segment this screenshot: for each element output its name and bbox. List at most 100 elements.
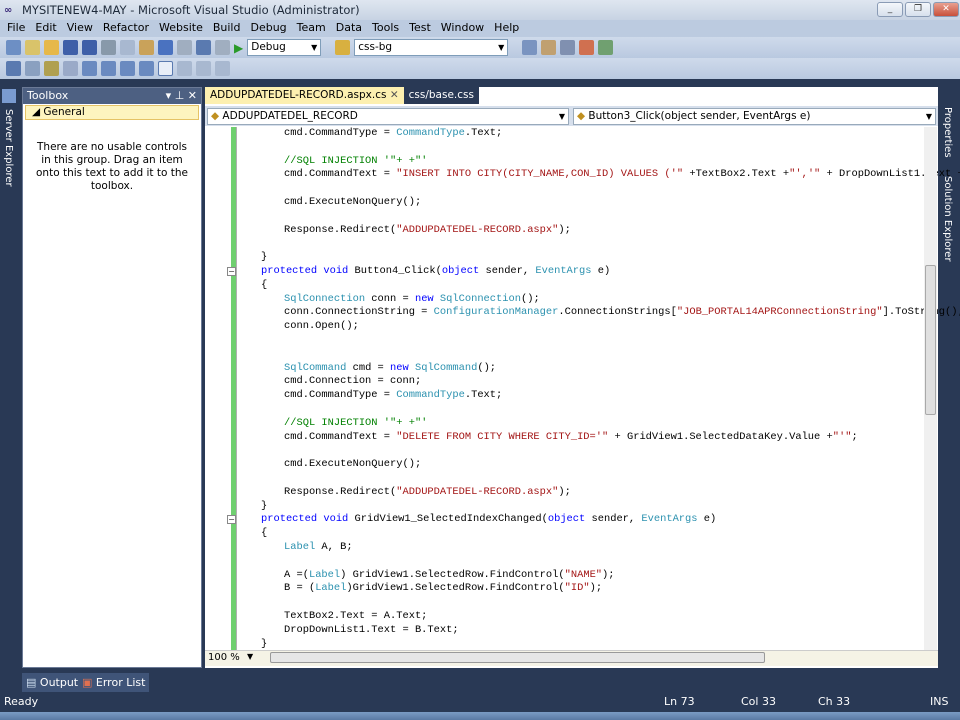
prev-bookmark-icon[interactable] <box>177 61 192 76</box>
code-token: TextBox2.Text = A.Text; <box>284 610 428 622</box>
code-token: ].ToString(); <box>882 306 960 319</box>
menu-tools[interactable]: Tools <box>367 20 404 37</box>
cut-icon[interactable] <box>101 40 116 55</box>
status-column: Col 33 <box>741 695 776 708</box>
bookmark-icon[interactable] <box>158 61 173 76</box>
save-all-icon[interactable] <box>82 40 97 55</box>
save-icon[interactable] <box>63 40 78 55</box>
quick-info-icon[interactable] <box>44 61 59 76</box>
code-token: Label <box>308 568 341 581</box>
navigate-forward-icon[interactable] <box>215 40 230 55</box>
configuration-select[interactable]: Debug ▼ <box>247 39 322 56</box>
menu-edit[interactable]: Edit <box>30 20 61 37</box>
comment-icon[interactable] <box>120 61 135 76</box>
uncomment-icon[interactable] <box>139 61 154 76</box>
parameter-info-icon[interactable] <box>25 61 40 76</box>
member-dropdown[interactable]: ◆ Button3_Click(object sender, EventArgs… <box>573 108 936 125</box>
error-list-icon: ▣ <box>82 676 93 689</box>
zoom-level[interactable]: 100 % <box>208 652 240 663</box>
properties-icon[interactable] <box>560 40 576 55</box>
find-icon[interactable] <box>335 40 351 55</box>
menu-test[interactable]: Test <box>404 20 436 37</box>
maximize-button[interactable]: ❐ <box>905 2 931 17</box>
tab-addupdatedel-record-cs[interactable]: ADDUPDATEDEL-RECORD.aspx.cs ✕ <box>205 87 404 104</box>
document-tabs: ADDUPDATEDEL-RECORD.aspx.cs ✕ css/base.c… <box>205 87 479 104</box>
status-bar: Ready Ln 73 Col 33 Ch 33 INS <box>0 692 960 712</box>
menu-build[interactable]: Build <box>208 20 246 37</box>
error-list-tab[interactable]: ▣ Error List <box>78 673 150 692</box>
collapse-region-icon[interactable]: − <box>227 267 236 276</box>
server-explorer-label: Server Explorer <box>3 109 14 187</box>
vertical-scroll-thumb[interactable] <box>925 265 936 415</box>
zoom-dropdown-icon[interactable]: ▼ <box>247 652 253 661</box>
increase-indent-icon[interactable] <box>101 61 116 76</box>
redo-icon[interactable] <box>177 40 192 55</box>
open-file-icon[interactable] <box>44 40 59 55</box>
menu-view[interactable]: View <box>62 20 98 37</box>
standard-toolbar: ▶ Debug ▼ css-bg ▼ <box>0 37 960 58</box>
menu-debug[interactable]: Debug <box>245 20 291 37</box>
start-debugging-icon[interactable]: ▶ <box>234 41 243 55</box>
paste-icon[interactable] <box>139 40 154 55</box>
solution-explorer-icon[interactable] <box>541 40 557 55</box>
menu-team[interactable]: Team <box>292 20 331 37</box>
decrease-indent-icon[interactable] <box>82 61 97 76</box>
code-token: CommandType <box>396 389 465 402</box>
output-tab[interactable]: ▤ Output <box>22 673 83 692</box>
status-char: Ch 33 <box>818 695 851 708</box>
output-icon: ▤ <box>26 676 37 689</box>
tab-base-css[interactable]: css/base.css <box>403 87 479 104</box>
copy-icon[interactable] <box>120 40 135 55</box>
collapse-region-icon[interactable]: − <box>227 515 236 525</box>
vs-logo-icon: ∞ <box>4 5 13 16</box>
find-combo[interactable]: css-bg ▼ <box>354 39 509 56</box>
solution-explorer-tab[interactable]: Solution Explorer <box>942 176 953 262</box>
new-project-icon[interactable] <box>6 40 21 55</box>
toolbox-group-general[interactable]: ◢ General <box>25 105 199 120</box>
server-explorer-icon <box>2 89 16 103</box>
code-token: cmd.CommandType = <box>284 389 397 402</box>
code-line: } <box>261 637 267 651</box>
code-line: //SQL INJECTION '"+ +"' <box>284 416 427 430</box>
menu-refactor[interactable]: Refactor <box>98 20 154 37</box>
close-tab-icon[interactable]: ✕ <box>390 89 399 101</box>
menu-data[interactable]: Data <box>331 20 367 37</box>
right-dock: Properties Solution Explorer <box>942 87 960 267</box>
menu-help[interactable]: Help <box>489 20 524 37</box>
menu-file[interactable]: File <box>2 20 30 37</box>
code-token: sender, <box>479 265 536 277</box>
code-token: (); <box>477 361 497 374</box>
code-token: A =( <box>284 568 309 581</box>
next-bookmark-icon[interactable] <box>196 61 211 76</box>
code-token: Response.Redirect( <box>284 223 397 236</box>
add-item-icon[interactable] <box>25 40 40 55</box>
toolbox-icon[interactable] <box>579 40 595 55</box>
code-token: Label <box>315 582 347 595</box>
taskbar <box>0 712 960 720</box>
minimize-button[interactable]: _ <box>877 2 903 17</box>
code-line: cmd.CommandType = CommandType.Text; <box>284 126 502 140</box>
menu-website[interactable]: Website <box>154 20 208 37</box>
close-button[interactable]: ✕ <box>933 2 959 17</box>
code-token: object <box>547 513 586 526</box>
complete-word-icon[interactable] <box>63 61 78 76</box>
find-in-files-icon[interactable] <box>522 40 538 55</box>
code-token: +TextBox2.Text + <box>683 168 790 181</box>
code-token: (); <box>520 292 540 305</box>
properties-tab[interactable]: Properties <box>942 107 953 158</box>
class-icon: ◆ <box>211 110 220 122</box>
members-icon[interactable] <box>6 61 21 76</box>
tools-icon[interactable] <box>598 40 614 55</box>
class-dropdown[interactable]: ◆ ADDUPDATEDEL_RECORD ▼ <box>207 108 569 125</box>
undo-icon[interactable] <box>158 40 173 55</box>
code-token: { <box>261 527 268 540</box>
menu-window[interactable]: Window <box>436 20 489 37</box>
code-line: } <box>261 499 267 513</box>
code-token: conn.ConnectionString = <box>284 306 434 319</box>
server-explorer-tab[interactable]: Server Explorer <box>0 87 19 187</box>
clear-bookmarks-icon[interactable] <box>215 61 230 76</box>
code-token: ); <box>558 223 571 236</box>
navigate-icon[interactable] <box>196 40 211 55</box>
toolbox-window-buttons[interactable]: ▾ ⊥ ✕ <box>166 88 197 104</box>
horizontal-scroll-thumb[interactable] <box>270 652 765 663</box>
